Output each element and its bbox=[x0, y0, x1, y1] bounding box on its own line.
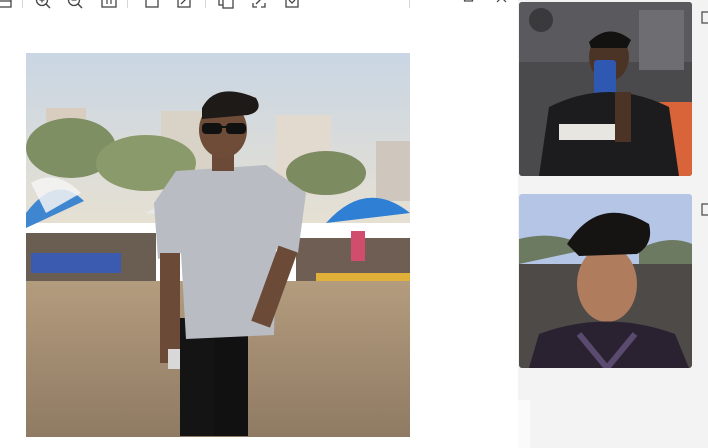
toolbar-separator bbox=[22, 0, 23, 8]
image-viewer bbox=[0, 10, 518, 448]
thumbnail-action-icon[interactable] bbox=[700, 10, 708, 26]
toolbar-separator bbox=[409, 0, 410, 8]
fit-icon[interactable] bbox=[250, 0, 268, 9]
outdoor-selfie-image bbox=[519, 194, 692, 368]
thumbnail-panel bbox=[518, 0, 708, 448]
minimize-icon[interactable] bbox=[428, 0, 446, 9]
zoom-in-icon[interactable] bbox=[34, 0, 52, 9]
zoom-out-icon[interactable] bbox=[66, 0, 84, 9]
crop-icon[interactable] bbox=[143, 0, 161, 9]
copy-icon[interactable] bbox=[217, 0, 235, 9]
main-photo[interactable] bbox=[26, 53, 410, 437]
mirror-selfie-image bbox=[519, 2, 692, 176]
close-icon[interactable] bbox=[493, 0, 511, 9]
edit-icon[interactable] bbox=[175, 0, 193, 9]
maximize-icon[interactable] bbox=[460, 0, 478, 9]
gallery-icon[interactable] bbox=[0, 0, 14, 9]
thumbnail-action-icon[interactable] bbox=[700, 202, 708, 218]
viewer-toolbar: ··· bbox=[0, 0, 518, 10]
more-icon[interactable]: ··· bbox=[375, 0, 397, 7]
panel-bottom-tab bbox=[518, 400, 530, 448]
toolbar-separator bbox=[127, 0, 128, 8]
thumbnail-selfie-outdoor[interactable] bbox=[519, 194, 692, 368]
beach-portrait-image bbox=[26, 53, 410, 437]
save-icon[interactable] bbox=[283, 0, 301, 9]
toolbar-separator bbox=[205, 0, 206, 8]
thumbnail-selfie-mirror[interactable] bbox=[519, 2, 692, 176]
actual-size-icon[interactable] bbox=[100, 0, 118, 9]
